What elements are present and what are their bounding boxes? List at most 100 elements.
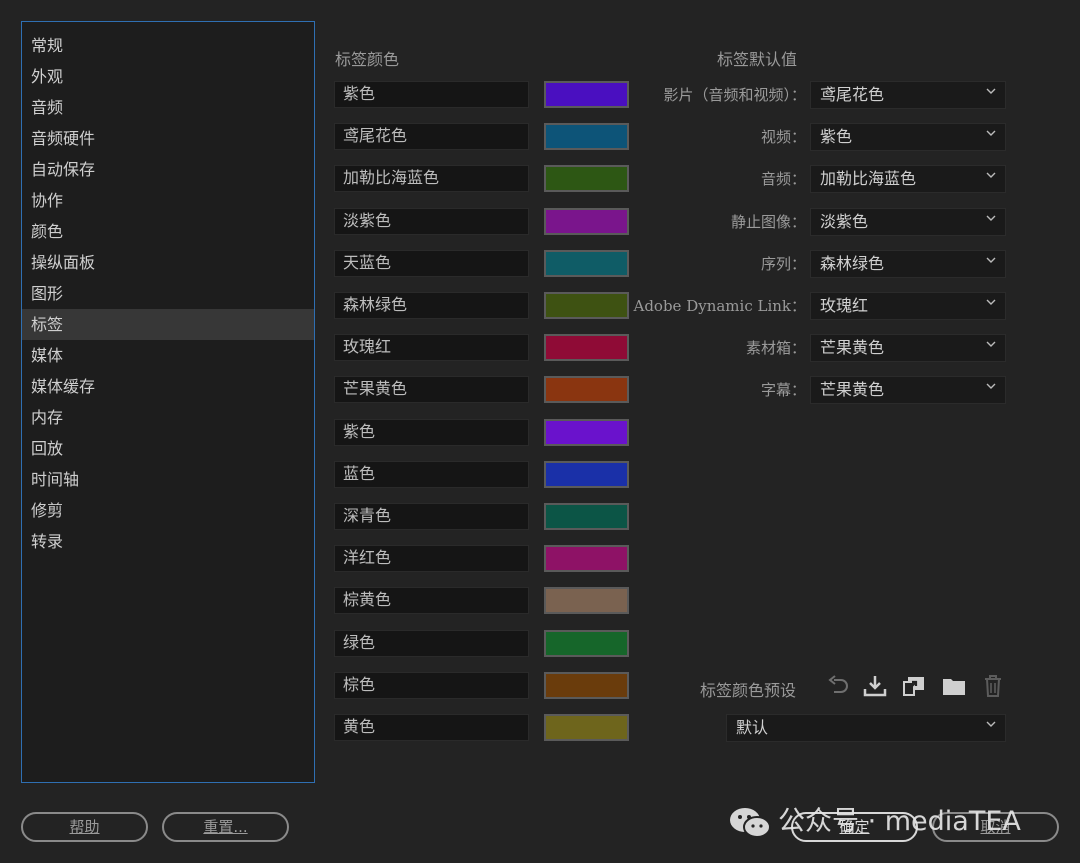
label-default-dropdown[interactable]: 紫色 bbox=[810, 123, 1006, 152]
reset-button[interactable]: 重置... bbox=[162, 812, 289, 842]
sidebar-item[interactable]: 内存 bbox=[22, 402, 314, 433]
sidebar-item[interactable]: 转录 bbox=[22, 526, 314, 557]
chevron-down-icon bbox=[986, 383, 996, 390]
sidebar-item[interactable]: 媒体 bbox=[22, 340, 314, 371]
label-default-label: 字幕： bbox=[760, 381, 806, 400]
dropdown-value: 玫瑰红 bbox=[820, 296, 869, 315]
color-swatch[interactable] bbox=[544, 587, 629, 615]
label-default-label: 静止图像： bbox=[730, 212, 806, 231]
folder-icon[interactable] bbox=[941, 673, 967, 699]
label-default-dropdown[interactable]: 森林绿色 bbox=[810, 249, 1006, 278]
color-swatch[interactable] bbox=[544, 292, 629, 319]
color-swatch[interactable] bbox=[544, 165, 629, 193]
color-swatch[interactable] bbox=[544, 503, 629, 530]
chevron-down-icon bbox=[986, 721, 996, 727]
sidebar-item[interactable]: 修剪 bbox=[22, 495, 314, 526]
dropdown-value: 芒果黄色 bbox=[820, 338, 885, 358]
sidebar-item[interactable]: 标签 bbox=[22, 309, 314, 340]
watermark-text: 公众号 · mediaTEA bbox=[778, 806, 1021, 837]
chevron-down-icon bbox=[986, 88, 996, 94]
label-name-field[interactable]: 紫色 bbox=[334, 81, 529, 108]
color-swatch[interactable] bbox=[544, 207, 629, 235]
sidebar-item[interactable]: 操纵面板 bbox=[22, 247, 314, 278]
label-name-field[interactable]: 蓝色 bbox=[334, 460, 529, 488]
label-default-row: 影片（音频和视频）： 鸢尾花色 bbox=[640, 81, 1006, 109]
chevron-down-icon bbox=[986, 257, 996, 263]
trash-icon[interactable] bbox=[980, 673, 1006, 699]
label-name-field[interactable]: 绿色 bbox=[334, 629, 529, 657]
color-swatch[interactable] bbox=[544, 545, 629, 573]
color-swatch[interactable] bbox=[544, 714, 629, 741]
label-color-row: 加勒比海蓝色 bbox=[334, 165, 629, 193]
sidebar-item[interactable]: 音频硬件 bbox=[22, 123, 314, 154]
color-swatch[interactable] bbox=[544, 418, 629, 446]
sidebar-item[interactable]: 音频 bbox=[22, 92, 314, 123]
color-swatch[interactable] bbox=[544, 671, 629, 699]
label-name-field[interactable]: 淡紫色 bbox=[334, 207, 529, 235]
color-swatch[interactable] bbox=[544, 629, 629, 657]
label-default-label: 音频： bbox=[760, 170, 806, 189]
label-default-dropdown[interactable]: 淡紫色 bbox=[810, 207, 1006, 236]
label-color-row: 棕色 bbox=[334, 671, 629, 699]
preferences-sidebar: 常规 外观 音频 音频硬件 自动保存 协作 颜色 操纵面板 图形 标签 媒体 媒体缓存 内存 回放 时间轴修… bbox=[21, 21, 315, 783]
color-swatch[interactable] bbox=[544, 249, 629, 277]
label-name-field[interactable]: 棕黄色 bbox=[334, 587, 529, 615]
label-name-field[interactable]: 深青色 bbox=[334, 503, 529, 530]
label-color-preset-label: 标签颜色预设 bbox=[700, 681, 797, 700]
label-color-preset-dropdown[interactable]: 默认 bbox=[726, 714, 1006, 742]
dropdown-value: 森林绿色 bbox=[820, 253, 885, 273]
label-color-row: 鸢尾花色 bbox=[334, 123, 629, 151]
label-name-field[interactable]: 黄色 bbox=[334, 714, 529, 741]
label-name-field[interactable]: 棕色 bbox=[334, 671, 529, 699]
label-name-field[interactable]: 芒果黄色 bbox=[334, 376, 529, 404]
label-default-dropdown[interactable]: 加勒比海蓝色 bbox=[810, 165, 1006, 194]
label-color-row: 洋红色 bbox=[334, 545, 629, 573]
color-swatch[interactable] bbox=[544, 123, 629, 151]
sidebar-list: 常规 外观 音频 音频硬件 自动保存 协作 颜色 操纵面板 图形 标签 媒体 媒体缓存 内存 回放 时间轴修… bbox=[22, 22, 314, 557]
dropdown-value: 紫色 bbox=[820, 127, 853, 147]
label-color-row: 玫瑰红 bbox=[334, 334, 629, 362]
label-default-dropdown[interactable]: 玫瑰红 bbox=[810, 292, 1006, 320]
label-name-field[interactable]: 天蓝色 bbox=[334, 249, 529, 277]
sidebar-item[interactable]: 外观 bbox=[22, 61, 314, 92]
import-icon[interactable] bbox=[901, 673, 927, 699]
download-icon[interactable] bbox=[862, 673, 888, 699]
label-default-dropdown[interactable]: 芒果黄色 bbox=[810, 334, 1006, 363]
sidebar-item[interactable]: 回放 bbox=[22, 433, 314, 464]
label-name-field[interactable]: 紫色 bbox=[334, 418, 529, 446]
sidebar-item[interactable]: 媒体缓存 bbox=[22, 371, 314, 402]
undo-icon[interactable] bbox=[825, 673, 851, 699]
color-swatch[interactable] bbox=[544, 376, 629, 404]
label-name-field[interactable]: 玫瑰红 bbox=[334, 334, 529, 362]
dropdown-value: 加勒比海蓝色 bbox=[820, 169, 917, 189]
watermark: 公众号 · mediaTEA bbox=[728, 802, 1021, 842]
color-swatch[interactable] bbox=[544, 460, 629, 488]
dropdown-value: 淡紫色 bbox=[820, 211, 869, 231]
label-name-field[interactable]: 森林绿色 bbox=[334, 292, 529, 319]
label-color-row: 棕黄色 bbox=[334, 587, 629, 615]
label-colors-title: 标签颜色 bbox=[335, 50, 400, 69]
label-default-dropdown[interactable]: 鸢尾花色 bbox=[810, 81, 1006, 109]
dropdown-value: 芒果黄色 bbox=[820, 380, 885, 400]
label-name-field[interactable]: 鸢尾花色 bbox=[334, 123, 529, 151]
label-color-row: 芒果黄色 bbox=[334, 376, 629, 404]
sidebar-item[interactable]: 常规 bbox=[22, 30, 314, 61]
chevron-down-icon bbox=[986, 299, 996, 305]
label-color-row: 深青色 bbox=[334, 503, 629, 530]
label-color-row: 蓝色 bbox=[334, 460, 629, 488]
label-color-row: 黄色 bbox=[334, 714, 629, 741]
preset-value: 默认 bbox=[736, 718, 769, 737]
sidebar-item[interactable]: 协作 bbox=[22, 185, 314, 216]
sidebar-item[interactable]: 颜色 bbox=[22, 216, 314, 247]
label-default-label: 素材箱： bbox=[745, 339, 806, 358]
sidebar-item[interactable]: 时间轴 bbox=[22, 464, 314, 495]
sidebar-item[interactable]: 图形 bbox=[22, 278, 314, 309]
label-name-field[interactable]: 加勒比海蓝色 bbox=[334, 165, 529, 193]
label-default-dropdown[interactable]: 芒果黄色 bbox=[810, 376, 1006, 405]
label-color-row: 森林绿色 bbox=[334, 292, 629, 319]
help-button[interactable]: 帮助 bbox=[21, 812, 148, 842]
sidebar-item[interactable]: 自动保存 bbox=[22, 154, 314, 185]
color-swatch[interactable] bbox=[544, 334, 629, 362]
label-name-field[interactable]: 洋红色 bbox=[334, 545, 529, 573]
color-swatch[interactable] bbox=[544, 81, 629, 108]
